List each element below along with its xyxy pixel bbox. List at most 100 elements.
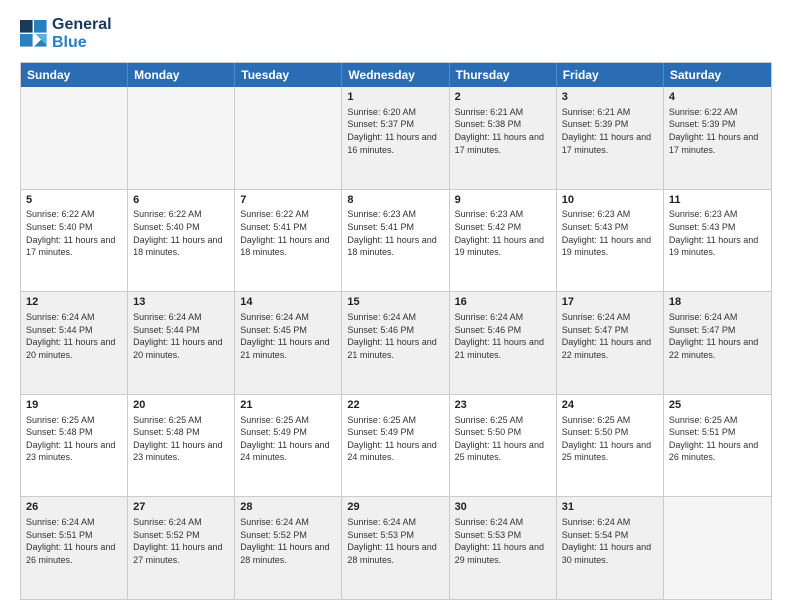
calendar-header: SundayMondayTuesdayWednesdayThursdayFrid… xyxy=(21,63,771,87)
weekday-header-sunday: Sunday xyxy=(21,63,128,87)
day-info: Sunrise: 6:24 AMSunset: 5:51 PMDaylight:… xyxy=(26,516,122,566)
day-number: 5 xyxy=(26,193,122,208)
day-info: Sunrise: 6:25 AMSunset: 5:49 PMDaylight:… xyxy=(347,414,443,464)
day-cell-14: 14Sunrise: 6:24 AMSunset: 5:45 PMDayligh… xyxy=(235,292,342,394)
day-number: 22 xyxy=(347,398,443,413)
day-number: 9 xyxy=(455,193,551,208)
calendar-week-0: 1Sunrise: 6:20 AMSunset: 5:37 PMDaylight… xyxy=(21,87,771,190)
day-cell-17: 17Sunrise: 6:24 AMSunset: 5:47 PMDayligh… xyxy=(557,292,664,394)
day-number: 3 xyxy=(562,90,658,105)
day-number: 1 xyxy=(347,90,443,105)
day-info: Sunrise: 6:24 AMSunset: 5:52 PMDaylight:… xyxy=(240,516,336,566)
day-cell-11: 11Sunrise: 6:23 AMSunset: 5:43 PMDayligh… xyxy=(664,190,771,292)
day-cell-10: 10Sunrise: 6:23 AMSunset: 5:43 PMDayligh… xyxy=(557,190,664,292)
day-number: 4 xyxy=(669,90,766,105)
day-cell-18: 18Sunrise: 6:24 AMSunset: 5:47 PMDayligh… xyxy=(664,292,771,394)
day-cell-26: 26Sunrise: 6:24 AMSunset: 5:51 PMDayligh… xyxy=(21,497,128,599)
day-info: Sunrise: 6:23 AMSunset: 5:43 PMDaylight:… xyxy=(669,208,766,258)
logo-text: General Blue xyxy=(52,16,112,52)
day-info: Sunrise: 6:24 AMSunset: 5:44 PMDaylight:… xyxy=(26,311,122,361)
day-info: Sunrise: 6:21 AMSunset: 5:38 PMDaylight:… xyxy=(455,106,551,156)
day-number: 6 xyxy=(133,193,229,208)
day-info: Sunrise: 6:23 AMSunset: 5:41 PMDaylight:… xyxy=(347,208,443,258)
day-info: Sunrise: 6:20 AMSunset: 5:37 PMDaylight:… xyxy=(347,106,443,156)
day-info: Sunrise: 6:25 AMSunset: 5:48 PMDaylight:… xyxy=(133,414,229,464)
calendar-week-1: 5Sunrise: 6:22 AMSunset: 5:40 PMDaylight… xyxy=(21,190,771,293)
day-cell-9: 9Sunrise: 6:23 AMSunset: 5:42 PMDaylight… xyxy=(450,190,557,292)
day-info: Sunrise: 6:24 AMSunset: 5:44 PMDaylight:… xyxy=(133,311,229,361)
weekday-header-tuesday: Tuesday xyxy=(235,63,342,87)
day-info: Sunrise: 6:25 AMSunset: 5:50 PMDaylight:… xyxy=(455,414,551,464)
day-number: 24 xyxy=(562,398,658,413)
empty-cell xyxy=(21,87,128,189)
day-number: 30 xyxy=(455,500,551,515)
weekday-header-wednesday: Wednesday xyxy=(342,63,449,87)
day-cell-23: 23Sunrise: 6:25 AMSunset: 5:50 PMDayligh… xyxy=(450,395,557,497)
day-cell-5: 5Sunrise: 6:22 AMSunset: 5:40 PMDaylight… xyxy=(21,190,128,292)
day-cell-21: 21Sunrise: 6:25 AMSunset: 5:49 PMDayligh… xyxy=(235,395,342,497)
day-cell-12: 12Sunrise: 6:24 AMSunset: 5:44 PMDayligh… xyxy=(21,292,128,394)
day-number: 20 xyxy=(133,398,229,413)
day-info: Sunrise: 6:25 AMSunset: 5:49 PMDaylight:… xyxy=(240,414,336,464)
day-number: 19 xyxy=(26,398,122,413)
day-cell-28: 28Sunrise: 6:24 AMSunset: 5:52 PMDayligh… xyxy=(235,497,342,599)
page: General Blue SundayMondayTuesdayWednesda… xyxy=(0,0,792,612)
day-info: Sunrise: 6:24 AMSunset: 5:47 PMDaylight:… xyxy=(562,311,658,361)
day-cell-8: 8Sunrise: 6:23 AMSunset: 5:41 PMDaylight… xyxy=(342,190,449,292)
calendar-body: 1Sunrise: 6:20 AMSunset: 5:37 PMDaylight… xyxy=(21,87,771,599)
day-info: Sunrise: 6:24 AMSunset: 5:53 PMDaylight:… xyxy=(455,516,551,566)
weekday-header-thursday: Thursday xyxy=(450,63,557,87)
day-info: Sunrise: 6:22 AMSunset: 5:39 PMDaylight:… xyxy=(669,106,766,156)
day-info: Sunrise: 6:24 AMSunset: 5:45 PMDaylight:… xyxy=(240,311,336,361)
empty-cell xyxy=(235,87,342,189)
day-cell-30: 30Sunrise: 6:24 AMSunset: 5:53 PMDayligh… xyxy=(450,497,557,599)
day-number: 29 xyxy=(347,500,443,515)
day-cell-15: 15Sunrise: 6:24 AMSunset: 5:46 PMDayligh… xyxy=(342,292,449,394)
day-info: Sunrise: 6:24 AMSunset: 5:46 PMDaylight:… xyxy=(347,311,443,361)
day-number: 11 xyxy=(669,193,766,208)
day-info: Sunrise: 6:22 AMSunset: 5:41 PMDaylight:… xyxy=(240,208,336,258)
day-number: 25 xyxy=(669,398,766,413)
day-number: 12 xyxy=(26,295,122,310)
calendar-week-4: 26Sunrise: 6:24 AMSunset: 5:51 PMDayligh… xyxy=(21,497,771,599)
weekday-header-saturday: Saturday xyxy=(664,63,771,87)
day-number: 7 xyxy=(240,193,336,208)
day-cell-2: 2Sunrise: 6:21 AMSunset: 5:38 PMDaylight… xyxy=(450,87,557,189)
day-cell-19: 19Sunrise: 6:25 AMSunset: 5:48 PMDayligh… xyxy=(21,395,128,497)
empty-cell xyxy=(128,87,235,189)
day-info: Sunrise: 6:24 AMSunset: 5:52 PMDaylight:… xyxy=(133,516,229,566)
day-number: 27 xyxy=(133,500,229,515)
weekday-header-friday: Friday xyxy=(557,63,664,87)
day-cell-20: 20Sunrise: 6:25 AMSunset: 5:48 PMDayligh… xyxy=(128,395,235,497)
calendar-week-3: 19Sunrise: 6:25 AMSunset: 5:48 PMDayligh… xyxy=(21,395,771,498)
day-number: 18 xyxy=(669,295,766,310)
day-info: Sunrise: 6:25 AMSunset: 5:51 PMDaylight:… xyxy=(669,414,766,464)
day-info: Sunrise: 6:24 AMSunset: 5:54 PMDaylight:… xyxy=(562,516,658,566)
day-info: Sunrise: 6:24 AMSunset: 5:53 PMDaylight:… xyxy=(347,516,443,566)
day-cell-29: 29Sunrise: 6:24 AMSunset: 5:53 PMDayligh… xyxy=(342,497,449,599)
day-cell-31: 31Sunrise: 6:24 AMSunset: 5:54 PMDayligh… xyxy=(557,497,664,599)
day-cell-6: 6Sunrise: 6:22 AMSunset: 5:40 PMDaylight… xyxy=(128,190,235,292)
header: General Blue xyxy=(20,16,772,52)
day-info: Sunrise: 6:23 AMSunset: 5:42 PMDaylight:… xyxy=(455,208,551,258)
day-number: 15 xyxy=(347,295,443,310)
calendar: SundayMondayTuesdayWednesdayThursdayFrid… xyxy=(20,62,772,600)
day-number: 10 xyxy=(562,193,658,208)
day-info: Sunrise: 6:22 AMSunset: 5:40 PMDaylight:… xyxy=(133,208,229,258)
calendar-week-2: 12Sunrise: 6:24 AMSunset: 5:44 PMDayligh… xyxy=(21,292,771,395)
day-cell-16: 16Sunrise: 6:24 AMSunset: 5:46 PMDayligh… xyxy=(450,292,557,394)
weekday-header-monday: Monday xyxy=(128,63,235,87)
day-cell-22: 22Sunrise: 6:25 AMSunset: 5:49 PMDayligh… xyxy=(342,395,449,497)
day-number: 16 xyxy=(455,295,551,310)
day-number: 17 xyxy=(562,295,658,310)
day-info: Sunrise: 6:25 AMSunset: 5:48 PMDaylight:… xyxy=(26,414,122,464)
day-number: 13 xyxy=(133,295,229,310)
day-info: Sunrise: 6:21 AMSunset: 5:39 PMDaylight:… xyxy=(562,106,658,156)
day-number: 8 xyxy=(347,193,443,208)
day-cell-3: 3Sunrise: 6:21 AMSunset: 5:39 PMDaylight… xyxy=(557,87,664,189)
day-info: Sunrise: 6:23 AMSunset: 5:43 PMDaylight:… xyxy=(562,208,658,258)
logo-icon xyxy=(20,20,48,48)
day-number: 21 xyxy=(240,398,336,413)
day-cell-27: 27Sunrise: 6:24 AMSunset: 5:52 PMDayligh… xyxy=(128,497,235,599)
day-info: Sunrise: 6:22 AMSunset: 5:40 PMDaylight:… xyxy=(26,208,122,258)
